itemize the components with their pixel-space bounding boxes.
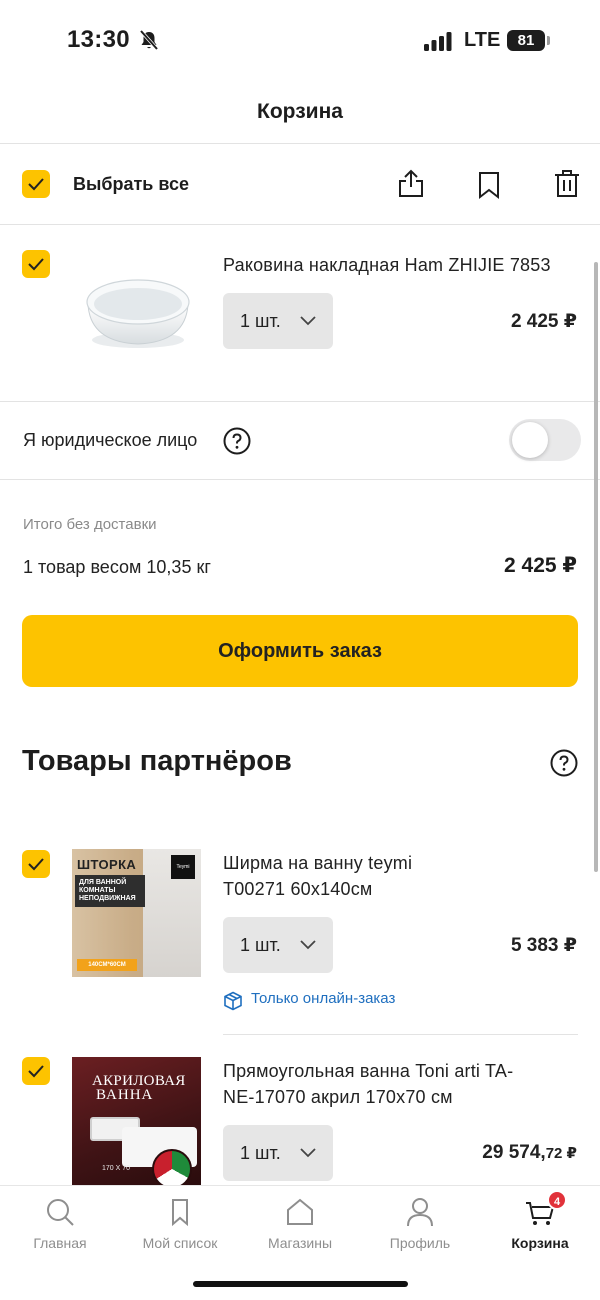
divider: [223, 1034, 578, 1035]
status-time: 13:30: [67, 26, 130, 53]
curtain-product-image[interactable]: ШТОРКА ДЛЯ ВАННОЙ КОМНАТЫ НЕПОДВИЖНАЯ 14…: [72, 849, 201, 977]
quantity-select[interactable]: 1 шт.: [223, 917, 333, 973]
partner-item-title[interactable]: Ширма на ванну teymi T00271 60x140см: [223, 850, 412, 902]
bookmark-icon[interactable]: [474, 170, 504, 200]
battery-icon: 81: [507, 30, 545, 51]
partner-item-checkbox[interactable]: [22, 1057, 50, 1085]
bathtub-product-image[interactable]: АКРИЛОВАЯ ВАННА 170 X 70: [72, 1057, 201, 1185]
check-icon: [28, 858, 44, 871]
quantity-value: 1 шт.: [240, 935, 281, 955]
quantity-select[interactable]: 1 шт.: [223, 1125, 333, 1181]
image-title: ШТОРКА: [77, 857, 137, 872]
divider: [0, 143, 600, 144]
home-indicator[interactable]: [193, 1281, 408, 1287]
title-line: Ширма на ванну teymi: [223, 853, 413, 873]
legal-entity-label: Я юридическое лицо: [23, 430, 198, 450]
signal-icon: [424, 32, 452, 51]
tab-cart[interactable]: 4 Корзина: [480, 1186, 600, 1266]
check-icon: [28, 1065, 44, 1078]
image-banner: ДЛЯ ВАННОЙ КОМНАТЫ НЕПОДВИЖНАЯ: [75, 875, 145, 907]
checkout-button[interactable]: Оформить заказ: [22, 615, 578, 687]
cart-item-title[interactable]: Раковина накладная Ham ZHIJIE 7853: [223, 252, 551, 278]
summary-text: 1 товар весом 10,35 кг: [23, 557, 211, 577]
italy-seal-icon: [152, 1149, 192, 1185]
partner-item-price: 29 574,72 ₽: [482, 1142, 577, 1164]
tab-my-list[interactable]: Мой список: [120, 1186, 240, 1266]
brand-logo: Teymi: [171, 855, 195, 879]
tab-label: Профиль: [389, 1235, 451, 1251]
bell-muted-icon: [139, 29, 159, 51]
tab-profile[interactable]: Профиль: [360, 1186, 480, 1266]
legal-entity-toggle[interactable]: [509, 419, 581, 461]
page-title: Корзина: [257, 100, 343, 123]
chevron-down-icon: [300, 940, 316, 950]
tab-stores[interactable]: Магазины: [240, 1186, 360, 1266]
person-icon: [407, 1198, 433, 1227]
help-icon[interactable]: [223, 427, 251, 455]
house-icon: [287, 1198, 313, 1225]
scrollbar[interactable]: [594, 262, 598, 872]
title-line: T00271 60x140см: [223, 879, 373, 899]
image-size-label: 140СМ*60СМ: [77, 959, 137, 971]
tab-home[interactable]: Главная: [0, 1186, 120, 1266]
divider: [0, 479, 600, 480]
image-subtitle: ВАННА: [96, 1087, 154, 1103]
quantity-select[interactable]: 1 шт.: [223, 293, 333, 349]
check-icon: [28, 258, 44, 271]
network-type: LTE: [464, 29, 501, 51]
tab-label: Мой список: [142, 1235, 218, 1251]
box-icon: [224, 991, 242, 1011]
image-size-label: 170 X 70: [102, 1165, 131, 1172]
toggle-knob: [512, 422, 548, 458]
chevron-down-icon: [300, 316, 316, 326]
battery-tip: [547, 36, 550, 45]
price-main: 29 574,: [482, 1142, 546, 1163]
share-icon[interactable]: [396, 168, 426, 198]
summary-total: 2 425 ₽: [504, 554, 577, 577]
partners-heading: Товары партнёров: [22, 745, 292, 777]
title-line: Прямоугольная ванна Toni arti TA-: [223, 1061, 514, 1081]
chevron-down-icon: [300, 1148, 316, 1158]
help-icon[interactable]: [550, 749, 578, 777]
summary-caption: Итого без доставки: [23, 516, 157, 533]
divider: [0, 401, 600, 402]
bookmark-icon: [172, 1199, 188, 1227]
partner-item-price: 5 383 ₽: [510, 935, 577, 956]
select-all-checkbox[interactable]: [22, 170, 50, 198]
quantity-value: 1 шт.: [240, 1143, 281, 1163]
divider: [0, 224, 600, 225]
partner-item-checkbox[interactable]: [22, 850, 50, 878]
partner-item-title[interactable]: Прямоугольная ванна Toni arti TA- NE-170…: [223, 1058, 513, 1110]
online-only-label: Только онлайн-заказ: [251, 990, 396, 1007]
select-all-label: Выбрать все: [73, 174, 190, 194]
title-line: NE-17070 акрил 170x70 см: [223, 1087, 453, 1107]
status-bar: 13:30 LTE 81: [0, 0, 600, 82]
tab-label: Корзина: [511, 1235, 569, 1251]
sink-product-image[interactable]: [80, 270, 196, 354]
cart-count-badge: 4: [547, 1190, 567, 1210]
cart-item-checkbox[interactable]: [22, 250, 50, 278]
online-only-link[interactable]: Только онлайн-заказ: [223, 990, 396, 1011]
check-icon: [28, 178, 44, 191]
cart-item-price: 2 425 ₽: [510, 311, 577, 332]
tab-label: Главная: [33, 1235, 87, 1251]
tab-label: Магазины: [267, 1235, 333, 1251]
quantity-value: 1 шт.: [240, 311, 281, 331]
search-icon: [47, 1199, 74, 1226]
trash-icon[interactable]: [552, 168, 582, 198]
price-cents: 72 ₽: [545, 1145, 577, 1162]
